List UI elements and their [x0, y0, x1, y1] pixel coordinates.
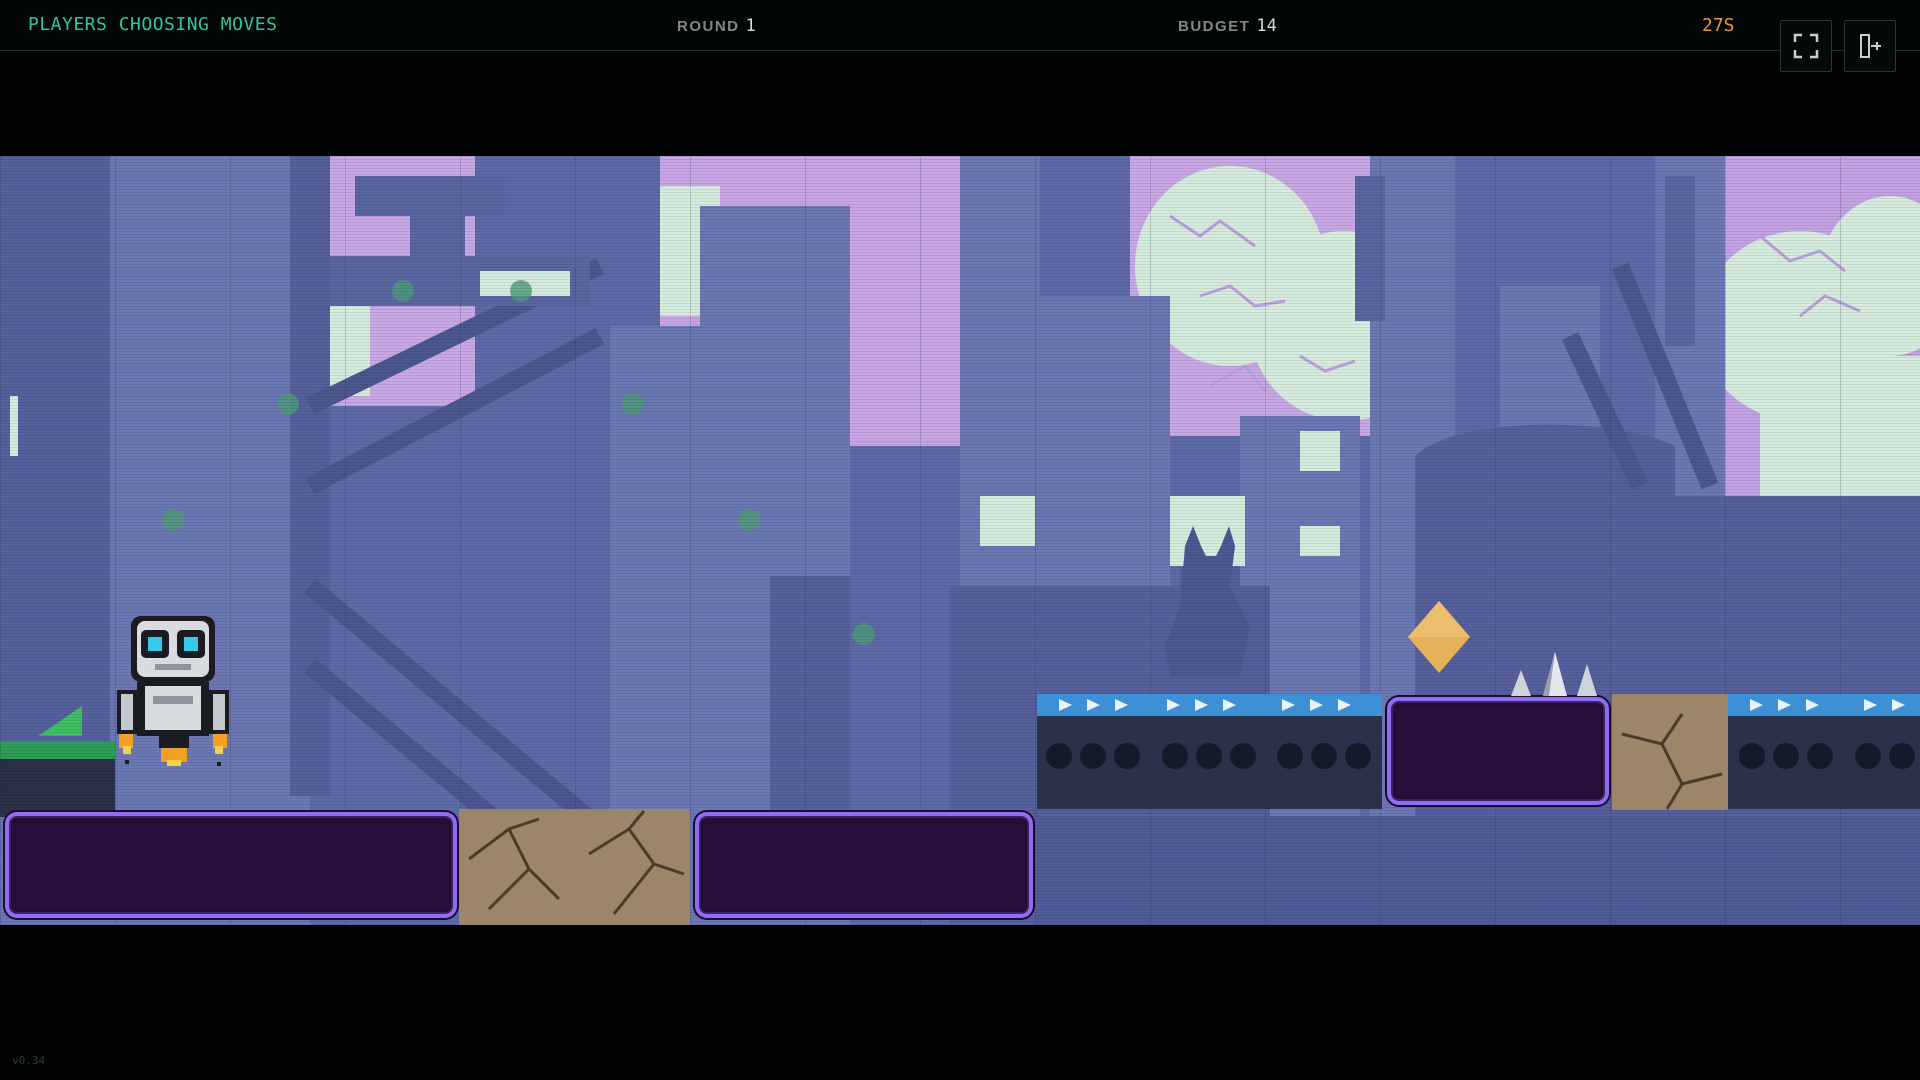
- fullscreen-button[interactable]: [1780, 20, 1832, 72]
- crack-lines-icon: [1621, 713, 1723, 810]
- exit-door-icon: [1860, 34, 1881, 58]
- cracked-block[interactable]: [459, 809, 690, 925]
- countdown-timer: 27S: [1702, 15, 1735, 36]
- conveyor-rollers: [1728, 742, 1920, 770]
- platform[interactable]: [1387, 697, 1609, 805]
- arrow-right-icon: [1059, 699, 1351, 711]
- diamond-gem-icon[interactable]: [1406, 599, 1472, 675]
- conveyor-arrows: [1728, 694, 1920, 716]
- conveyor-belt[interactable]: [1728, 694, 1920, 809]
- conveyor-arrows: [1037, 694, 1382, 716]
- crack-lines-icon: [468, 810, 685, 915]
- exit-button[interactable]: [1844, 20, 1896, 72]
- roller-icons: [1739, 743, 1915, 769]
- budget-value: 14: [1256, 16, 1277, 36]
- cracked-block[interactable]: [1612, 694, 1728, 810]
- arrow-right-icon: [1750, 699, 1905, 711]
- round-value: 1: [745, 16, 756, 36]
- platform[interactable]: [5, 812, 457, 918]
- round-indicator: ROUND 1: [677, 16, 756, 36]
- game-viewport[interactable]: [0, 156, 1920, 925]
- conveyor-belt[interactable]: [1037, 694, 1382, 809]
- conveyor-rollers: [1037, 742, 1382, 770]
- budget-indicator: BUDGET 14: [1178, 16, 1277, 36]
- round-label: ROUND: [677, 18, 740, 35]
- spikes-hazard: [1511, 652, 1597, 696]
- fullscreen-icon: [1793, 33, 1819, 59]
- roller-icons: [1046, 743, 1371, 769]
- robot-player-icon[interactable]: [115, 616, 231, 766]
- platform[interactable]: [695, 812, 1033, 918]
- game-status: PLAYERS CHOOSING MOVES: [28, 14, 278, 35]
- version-label: v0.34: [12, 1054, 46, 1067]
- budget-label: BUDGET: [1178, 18, 1251, 35]
- top-hud: PLAYERS CHOOSING MOVES ROUND 1 BUDGET 14 2…: [0, 0, 1920, 51]
